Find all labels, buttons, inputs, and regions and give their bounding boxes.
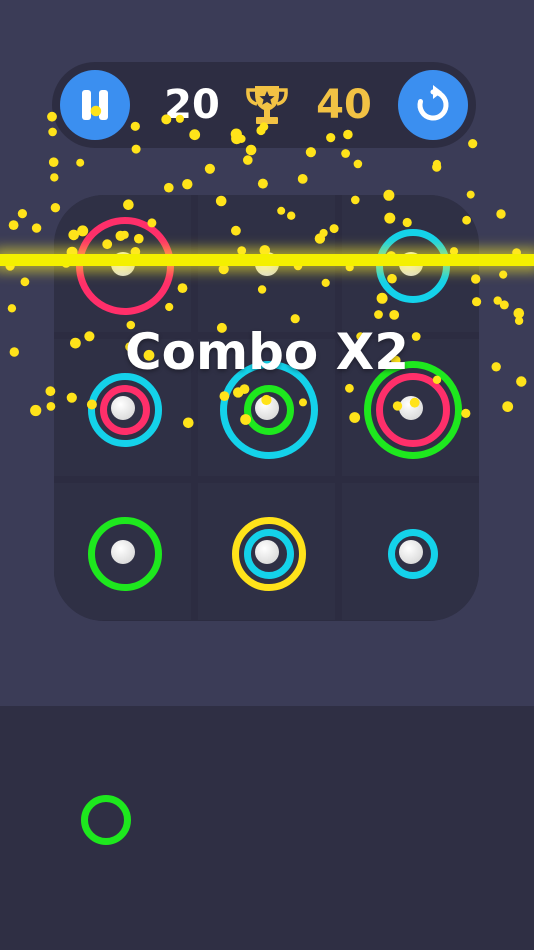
pink-medium-ring [375,372,450,447]
confetti-dot [432,159,441,169]
board-cell-2-0[interactable] [54,483,191,620]
confetti-dot [353,159,363,169]
next-piece[interactable] [76,790,136,850]
green-medium-ring [87,516,162,591]
board-cell-2-2[interactable] [342,483,479,620]
confetti-dot [20,277,30,287]
confetti-dot [493,296,502,305]
green-small-ring [81,795,131,845]
pause-button[interactable] [60,70,130,140]
trophy-icon [246,86,288,124]
best-score: 40 [316,82,372,128]
confetti-dot [513,308,525,319]
confetti-dot [468,139,478,149]
confetti-dot [50,173,59,182]
current-score: 20 [164,82,220,128]
confetti-dot [432,162,442,172]
confetti-dot [502,401,514,412]
confetti-dot [257,178,268,189]
confetti-dot [48,157,59,167]
laser-beam [0,254,534,266]
confetti-dot [243,155,253,165]
confetti-dot [76,158,85,167]
confetti-dot [182,179,193,190]
confetti-dot [499,300,509,310]
confetti-dot [30,404,42,417]
top-bar: 20 40 [52,62,476,148]
confetti-dot [8,220,19,231]
confetti-dot [204,163,215,174]
board-cell-2-1[interactable] [198,483,335,620]
restart-icon [417,85,449,121]
confetti-dot [341,149,350,158]
confetti-dot [164,182,174,193]
cyan-small-ring [243,528,294,579]
confetti-dot [17,209,27,219]
cyan-small-ring [387,528,438,579]
confetti-dot [305,147,316,158]
pause-icon [78,90,112,120]
confetti-dot [31,223,42,233]
confetti-dot [48,127,57,137]
combo-text: Combo X2 [124,323,410,381]
confetti-dot [7,304,17,313]
green-small-ring [243,384,294,435]
confetti-dot [496,209,506,219]
confetti-dot [297,174,308,184]
pink-small-ring [99,384,150,435]
restart-button[interactable] [398,70,468,140]
confetti-dot [499,270,508,279]
